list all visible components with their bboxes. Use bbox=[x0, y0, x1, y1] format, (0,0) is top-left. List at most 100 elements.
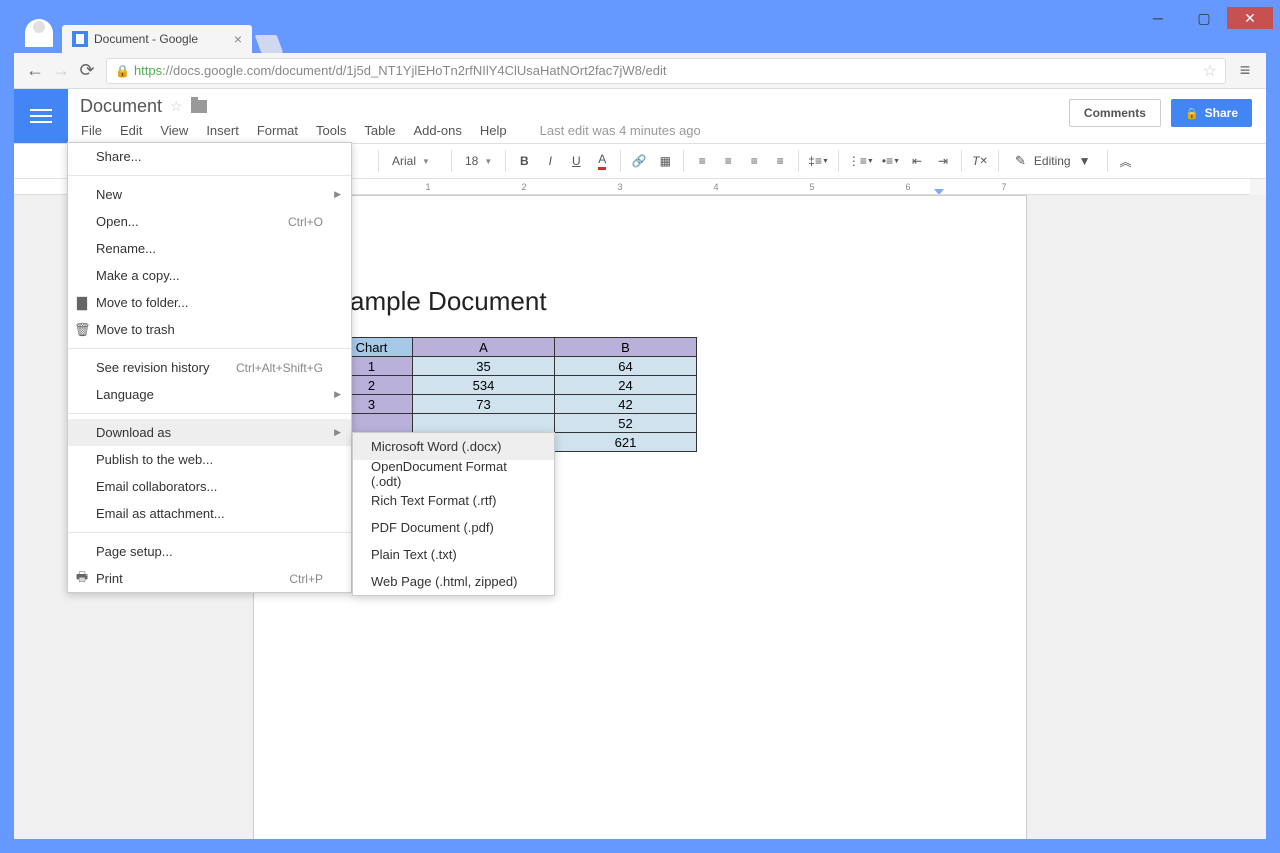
tab-close-icon[interactable]: × bbox=[234, 31, 242, 47]
chrome-menu-button[interactable]: ≡ bbox=[1232, 60, 1258, 81]
menu-page-setup[interactable]: Page setup... bbox=[68, 538, 351, 565]
url-path: ://docs.google.com/document/d/1j5d_NT1Yj… bbox=[162, 63, 666, 78]
window-minimize-button[interactable]: ─ bbox=[1135, 7, 1181, 29]
table-cell[interactable]: 52 bbox=[555, 414, 697, 433]
menu-view[interactable]: View bbox=[159, 121, 189, 140]
collapse-toolbar-button[interactable]: ︽ bbox=[1114, 148, 1138, 174]
ruler-tick: 7 bbox=[956, 182, 1052, 192]
new-tab-button[interactable] bbox=[255, 35, 284, 53]
file-dropdown-menu: Share... New▶ Open...Ctrl+O Rename... Ma… bbox=[67, 142, 352, 593]
table-cell[interactable]: 64 bbox=[555, 357, 697, 376]
numbered-list-button[interactable]: ⋮≡▼ bbox=[845, 148, 877, 174]
submenu-rtf[interactable]: Rich Text Format (.rtf) bbox=[353, 487, 554, 514]
increase-indent-button[interactable]: ⇥ bbox=[931, 148, 955, 174]
menu-revision-history[interactable]: See revision historyCtrl+Alt+Shift+G bbox=[68, 354, 351, 381]
link-button[interactable]: 🔗 bbox=[627, 148, 651, 174]
browser-tab[interactable]: Document - Google × bbox=[62, 25, 252, 53]
chrome-profile-avatar[interactable] bbox=[25, 19, 53, 47]
table-cell[interactable]: 534 bbox=[413, 376, 555, 395]
bulleted-list-button[interactable]: •≡▼ bbox=[879, 148, 903, 174]
comments-button[interactable]: Comments bbox=[1069, 99, 1161, 127]
docs-header: Document ☆ File Edit View Insert Format … bbox=[68, 89, 1266, 143]
align-left-button[interactable]: ≡ bbox=[690, 148, 714, 174]
submenu-docx[interactable]: Microsoft Word (.docx) bbox=[353, 433, 554, 460]
editing-mode-label: Editing bbox=[1034, 154, 1071, 168]
folder-icon[interactable] bbox=[191, 100, 207, 113]
table-row: 2 534 24 bbox=[331, 376, 697, 395]
docs-home-button[interactable] bbox=[14, 89, 68, 143]
submenu-txt[interactable]: Plain Text (.txt) bbox=[353, 541, 554, 568]
ruler-tick: 5 bbox=[764, 182, 860, 192]
editing-mode-select[interactable]: ✎ Editing ▼ bbox=[1005, 148, 1101, 174]
menu-addons[interactable]: Add-ons bbox=[412, 121, 462, 140]
menu-publish-web[interactable]: Publish to the web... bbox=[68, 446, 351, 473]
table-cell[interactable]: 621 bbox=[555, 433, 697, 452]
window-maximize-button[interactable]: ▢ bbox=[1181, 7, 1227, 29]
submenu-odt[interactable]: OpenDocument Format (.odt) bbox=[353, 460, 554, 487]
pencil-icon: ✎ bbox=[1015, 153, 1026, 169]
vertical-scrollbar[interactable] bbox=[1250, 195, 1266, 839]
bookmark-star-icon[interactable]: ☆ bbox=[1203, 61, 1217, 81]
forward-button[interactable]: → bbox=[48, 58, 74, 84]
font-family-select[interactable]: Arial ▼ bbox=[385, 148, 445, 174]
menu-file[interactable]: File bbox=[80, 121, 103, 140]
table-cell[interactable] bbox=[413, 414, 555, 433]
shortcut-label: Ctrl+O bbox=[288, 215, 323, 229]
comment-button[interactable]: ▦ bbox=[653, 148, 677, 174]
submenu-html[interactable]: Web Page (.html, zipped) bbox=[353, 568, 554, 595]
menu-language[interactable]: Language▶ bbox=[68, 381, 351, 408]
font-size-label: 18 bbox=[465, 154, 478, 168]
clear-formatting-button[interactable]: T✕ bbox=[968, 148, 992, 174]
menu-email-collaborators[interactable]: Email collaborators... bbox=[68, 473, 351, 500]
underline-button[interactable]: U bbox=[564, 148, 588, 174]
submenu-pdf[interactable]: PDF Document (.pdf) bbox=[353, 514, 554, 541]
docs-favicon-icon bbox=[72, 31, 88, 47]
text-color-button[interactable]: A bbox=[590, 148, 614, 174]
menu-print[interactable]: 🖶PrintCtrl+P bbox=[68, 565, 351, 592]
star-document-icon[interactable]: ☆ bbox=[170, 98, 183, 115]
menu-table[interactable]: Table bbox=[363, 121, 396, 140]
italic-button[interactable]: I bbox=[538, 148, 562, 174]
font-size-select[interactable]: 18 ▼ bbox=[458, 148, 499, 174]
line-spacing-button[interactable]: ‡≡▼ bbox=[805, 148, 832, 174]
menu-email-attachment[interactable]: Email as attachment... bbox=[68, 500, 351, 527]
table-header-cell[interactable]: A bbox=[413, 338, 555, 357]
align-center-button[interactable]: ≡ bbox=[716, 148, 740, 174]
back-button[interactable]: ← bbox=[22, 58, 48, 84]
document-title[interactable]: Document bbox=[80, 96, 162, 117]
shortcut-label: Ctrl+P bbox=[289, 572, 323, 586]
menu-open[interactable]: Open...Ctrl+O bbox=[68, 208, 351, 235]
share-button[interactable]: 🔒 Share bbox=[1171, 99, 1252, 127]
table-row: 52 bbox=[331, 414, 697, 433]
reload-button[interactable]: ⟳ bbox=[74, 58, 100, 84]
document-heading[interactable]: ample Document bbox=[254, 286, 930, 317]
lock-icon: 🔒 bbox=[115, 64, 130, 78]
menu-move-trash[interactable]: 🗑Move to trash bbox=[68, 316, 351, 343]
menu-format[interactable]: Format bbox=[256, 121, 299, 140]
caret-down-icon: ▼ bbox=[484, 157, 492, 166]
menu-new[interactable]: New▶ bbox=[68, 181, 351, 208]
browser-toolbar: ← → ⟳ 🔒 https://docs.google.com/document… bbox=[14, 53, 1266, 89]
menu-rename[interactable]: Rename... bbox=[68, 235, 351, 262]
shortcut-label: Ctrl+Alt+Shift+G bbox=[236, 361, 323, 375]
table-cell[interactable]: 42 bbox=[555, 395, 697, 414]
menu-share[interactable]: Share... bbox=[68, 143, 351, 170]
bold-button[interactable]: B bbox=[512, 148, 536, 174]
menu-make-copy[interactable]: Make a copy... bbox=[68, 262, 351, 289]
table-cell[interactable]: 24 bbox=[555, 376, 697, 395]
table-cell[interactable]: 73 bbox=[413, 395, 555, 414]
table-header-cell[interactable]: B bbox=[555, 338, 697, 357]
menu-help[interactable]: Help bbox=[479, 121, 508, 140]
window-close-button[interactable]: ✕ bbox=[1227, 7, 1273, 29]
decrease-indent-button[interactable]: ⇤ bbox=[905, 148, 929, 174]
menu-insert[interactable]: Insert bbox=[205, 121, 240, 140]
menu-edit[interactable]: Edit bbox=[119, 121, 143, 140]
menu-download-as[interactable]: Download as▶ bbox=[68, 419, 351, 446]
ruler-tick: 2 bbox=[476, 182, 572, 192]
menu-move-folder[interactable]: ▇Move to folder... bbox=[68, 289, 351, 316]
align-right-button[interactable]: ≡ bbox=[742, 148, 766, 174]
address-bar[interactable]: 🔒 https://docs.google.com/document/d/1j5… bbox=[106, 58, 1226, 84]
menu-tools[interactable]: Tools bbox=[315, 121, 347, 140]
align-justify-button[interactable]: ≡ bbox=[768, 148, 792, 174]
table-cell[interactable]: 35 bbox=[413, 357, 555, 376]
